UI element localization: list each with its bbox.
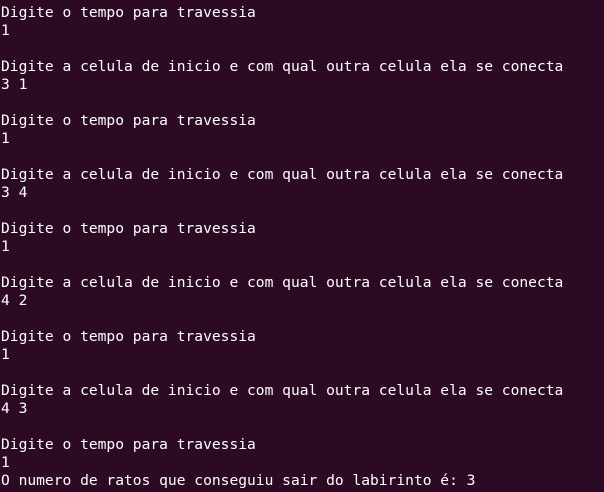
terminal-line: Digite o tempo para travessia xyxy=(1,4,256,21)
terminal-line: Digite a celula de inicio e com qual out… xyxy=(1,382,564,399)
terminal-line: 3 4 xyxy=(1,184,28,201)
terminal-line: 1 xyxy=(1,22,10,39)
terminal-line: 4 3 xyxy=(1,400,28,417)
terminal-line: Digite o tempo para travessia xyxy=(1,112,256,129)
terminal-line: Digite a celula de inicio e com qual out… xyxy=(1,166,564,183)
terminal-line: 1 xyxy=(1,346,10,363)
terminal-line: Digite o tempo para travessia xyxy=(1,220,256,237)
terminal-line: 3 1 xyxy=(1,76,28,93)
terminal-line: Digite o tempo para travessia xyxy=(1,328,256,345)
terminal-line: O numero de ratos que conseguiu sair do … xyxy=(1,472,476,489)
terminal-line: 1 xyxy=(1,238,10,255)
terminal-line: 4 2 xyxy=(1,292,28,309)
terminal-line: Digite a celula de inicio e com qual out… xyxy=(1,58,564,75)
terminal-line: 1 xyxy=(1,454,10,471)
terminal-line: 1 xyxy=(1,130,10,147)
terminal-line: Digite a celula de inicio e com qual out… xyxy=(1,274,564,291)
terminal-output[interactable]: Digite o tempo para travessia 1 Digite a… xyxy=(0,0,604,492)
terminal-line: Digite o tempo para travessia xyxy=(1,436,256,453)
